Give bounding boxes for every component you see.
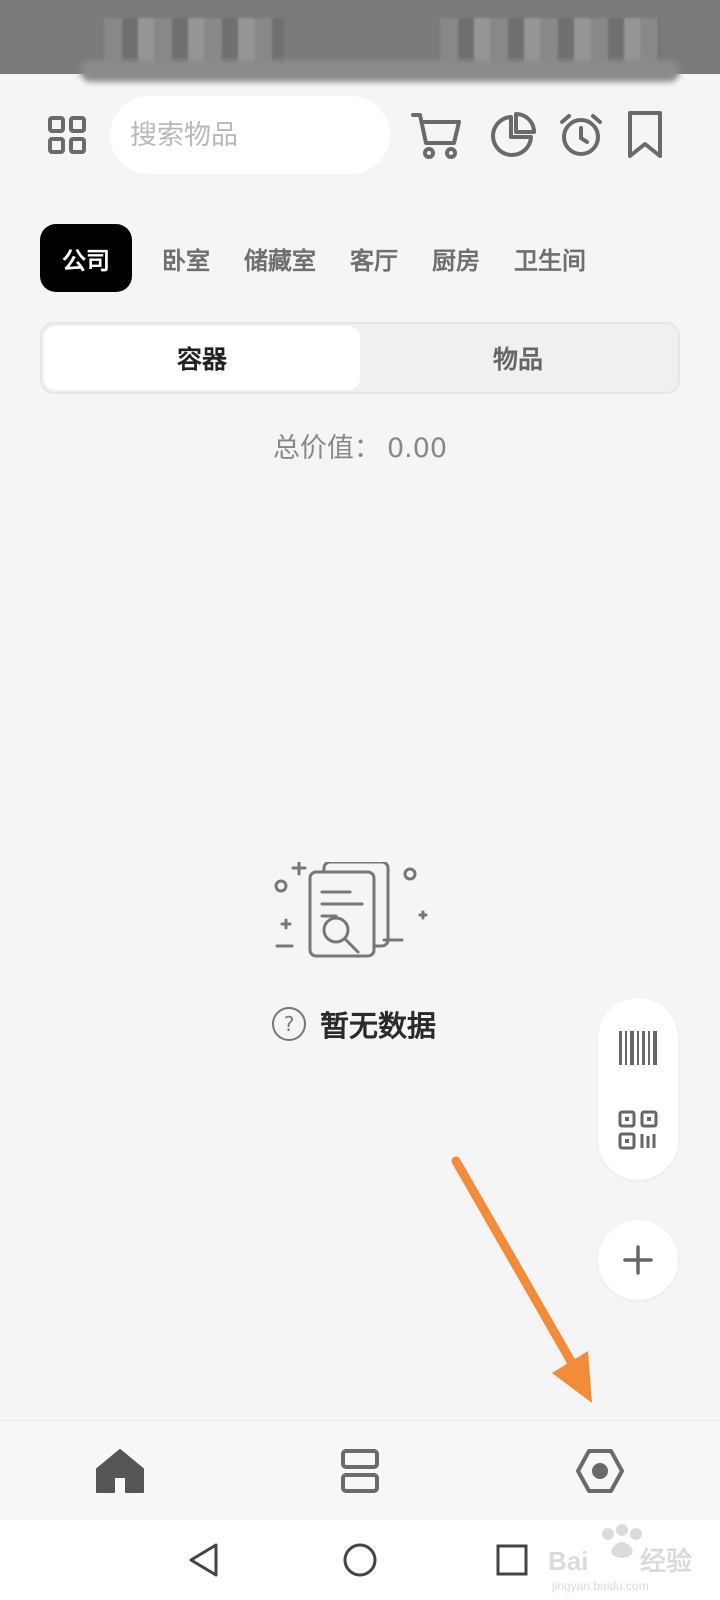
- total-value: 总价值： 0.00: [0, 426, 720, 465]
- empty-document-search-icon: [272, 860, 452, 982]
- recents-icon[interactable]: [482, 1530, 542, 1590]
- qr-code-icon[interactable]: [598, 1090, 678, 1170]
- tab-bathroom[interactable]: 卫生间: [514, 224, 586, 292]
- total-value-label: 总价值：: [272, 433, 381, 464]
- room-tabs: 公司 卧室 储藏室 客厅 厨房 卫生间: [40, 224, 720, 292]
- plus-icon: [623, 1245, 653, 1275]
- svg-text:经验: 经验: [640, 1546, 692, 1576]
- pie-chart-icon[interactable]: [484, 106, 542, 164]
- alarm-clock-icon[interactable]: [552, 106, 610, 164]
- container-item-switch: 容器 物品: [40, 322, 680, 394]
- status-bar-blur: [80, 60, 680, 82]
- tab-company[interactable]: 公司: [40, 224, 132, 292]
- tab-storage-room[interactable]: 储藏室: [244, 224, 316, 292]
- bottom-navigation: [0, 1420, 720, 1520]
- grid-icon[interactable]: [40, 108, 94, 162]
- search-input[interactable]: [130, 119, 390, 151]
- cart-icon[interactable]: [408, 106, 466, 164]
- empty-state: ? 暂无数据: [272, 1002, 436, 1046]
- annotation-arrow: [451, 1156, 592, 1403]
- home-circle-icon[interactable]: [330, 1530, 390, 1590]
- list-icon[interactable]: [310, 1431, 410, 1511]
- home-icon[interactable]: [70, 1431, 170, 1511]
- segment-items[interactable]: 物品: [360, 326, 676, 390]
- tab-living-room[interactable]: 客厅: [350, 224, 398, 292]
- bookmark-icon[interactable]: [620, 106, 670, 164]
- search-bar[interactable]: [110, 96, 390, 174]
- empty-state-text: 暂无数据: [320, 1009, 437, 1043]
- tab-kitchen[interactable]: 厨房: [432, 224, 480, 292]
- tab-bedroom[interactable]: 卧室: [162, 224, 210, 292]
- svg-text:jingyan.baidu.com: jingyan.baidu.com: [551, 1579, 649, 1593]
- question-circle-icon[interactable]: ?: [272, 1007, 306, 1041]
- status-bar: [0, 0, 720, 82]
- settings-hexagon-icon[interactable]: [550, 1431, 650, 1511]
- total-value-amount: 0.00: [386, 433, 448, 464]
- svg-text:Bai: Bai: [548, 1546, 588, 1576]
- barcode-icon[interactable]: [598, 1008, 678, 1088]
- back-icon[interactable]: [174, 1530, 234, 1590]
- top-toolbar: [0, 92, 720, 178]
- scan-buttons: [598, 998, 678, 1180]
- baidu-watermark-logo: Bai 经验 jingyan.baidu.com: [548, 1524, 692, 1593]
- segment-containers[interactable]: 容器: [44, 326, 360, 390]
- add-button[interactable]: [598, 1220, 678, 1300]
